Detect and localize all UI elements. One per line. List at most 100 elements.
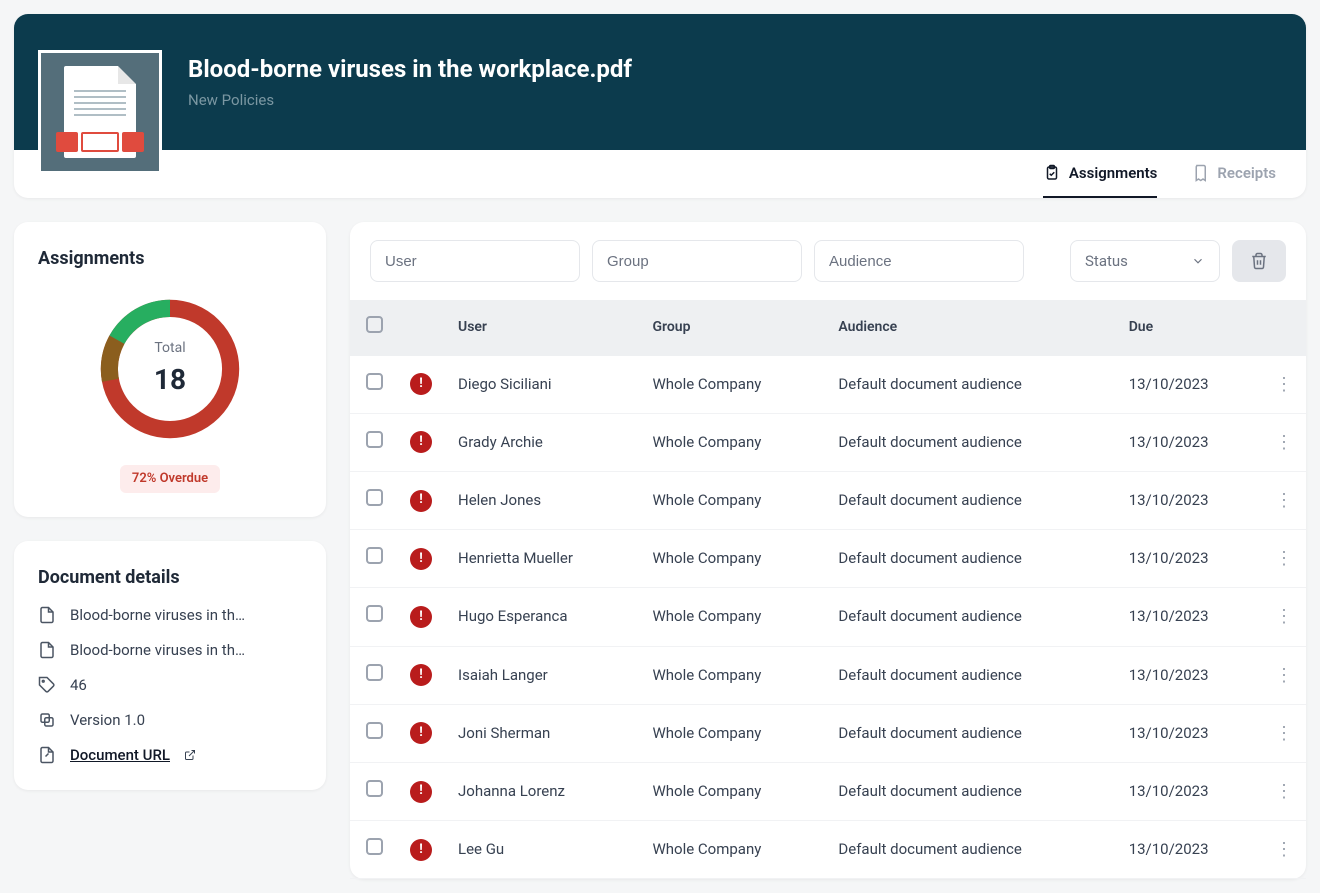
cell-audience: Default document audience (826, 704, 1116, 762)
row-actions-menu[interactable]: ⋮ (1275, 781, 1293, 802)
cell-user: Johanna Lorenz (446, 762, 640, 820)
cell-audience: Default document audience (826, 413, 1116, 471)
row-checkbox[interactable] (366, 489, 383, 506)
cell-group: Whole Company (640, 588, 826, 646)
delete-button[interactable] (1232, 240, 1286, 282)
chevron-down-icon (1191, 254, 1205, 268)
table-row: Henrietta MuellerWhole CompanyDefault do… (350, 530, 1306, 588)
row-actions-menu[interactable]: ⋮ (1275, 490, 1293, 511)
cell-group: Whole Company (640, 413, 826, 471)
details-heading: Document details (38, 565, 302, 590)
cell-group: Whole Company (640, 471, 826, 529)
filter-status-select[interactable]: Status (1070, 240, 1220, 282)
page-subtitle: New Policies (188, 90, 632, 111)
file-icon (38, 641, 56, 659)
alert-icon (410, 606, 432, 628)
row-actions-menu[interactable]: ⋮ (1275, 665, 1293, 686)
cell-due: 13/10/2023 (1117, 471, 1262, 529)
cell-audience: Default document audience (826, 356, 1116, 414)
filter-user-input[interactable] (370, 240, 580, 282)
header-banner: Blood-borne viruses in the workplace.pdf… (14, 14, 1306, 150)
alert-icon (410, 490, 432, 512)
cell-group: Whole Company (640, 530, 826, 588)
row-actions-menu[interactable]: ⋮ (1275, 432, 1293, 453)
document-thumbnail (38, 50, 162, 174)
row-actions-menu[interactable]: ⋮ (1275, 839, 1293, 860)
row-actions-menu[interactable]: ⋮ (1275, 723, 1293, 744)
column-header-group: Group (640, 300, 826, 356)
alert-icon (410, 373, 432, 395)
row-checkbox[interactable] (366, 722, 383, 739)
row-actions-menu[interactable]: ⋮ (1275, 548, 1293, 569)
cell-due: 13/10/2023 (1117, 588, 1262, 646)
cell-user: Lee Gu (446, 821, 640, 879)
cell-group: Whole Company (640, 704, 826, 762)
file-link-icon (38, 746, 56, 764)
table-row: Helen JonesWhole CompanyDefault document… (350, 471, 1306, 529)
alert-icon (410, 548, 432, 570)
assignments-donut-chart: Total 18 (90, 289, 250, 449)
column-header-due: Due (1117, 300, 1262, 356)
filter-group-input[interactable] (592, 240, 802, 282)
tab-receipts[interactable]: Receipts (1191, 150, 1276, 198)
cell-user: Helen Jones (446, 471, 640, 529)
details-url[interactable]: Document URL (38, 745, 302, 766)
trash-icon (1250, 252, 1268, 270)
clipboard-check-icon (1043, 164, 1061, 182)
file-icon (38, 606, 56, 624)
row-checkbox[interactable] (366, 605, 383, 622)
tab-assignments-label: Assignments (1069, 163, 1157, 184)
cell-due: 13/10/2023 (1117, 704, 1262, 762)
table-row: Diego SicilianiWhole CompanyDefault docu… (350, 356, 1306, 414)
cell-user: Joni Sherman (446, 704, 640, 762)
select-all-checkbox[interactable] (366, 316, 383, 333)
details-version: Version 1.0 (38, 710, 302, 731)
filter-audience-input[interactable] (814, 240, 1024, 282)
table-row: Joni ShermanWhole CompanyDefault documen… (350, 704, 1306, 762)
assignments-table-panel: Status User Group Audience Due (350, 222, 1306, 879)
document-header: Blood-borne viruses in the workplace.pdf… (14, 14, 1306, 198)
cell-due: 13/10/2023 (1117, 762, 1262, 820)
overdue-badge: 72% Overdue (120, 465, 220, 493)
tag-icon (38, 676, 56, 694)
row-checkbox[interactable] (366, 373, 383, 390)
receipt-icon (1191, 164, 1209, 182)
cell-user: Isaiah Langer (446, 646, 640, 704)
row-actions-menu[interactable]: ⋮ (1275, 374, 1293, 395)
cell-user: Diego Siciliani (446, 356, 640, 414)
alert-icon (410, 664, 432, 686)
donut-total-label: Total (154, 339, 185, 359)
external-link-icon (184, 749, 196, 761)
table-row: Hugo EsperancaWhole CompanyDefault docum… (350, 588, 1306, 646)
row-checkbox[interactable] (366, 780, 383, 797)
cell-audience: Default document audience (826, 821, 1116, 879)
row-actions-menu[interactable]: ⋮ (1275, 606, 1293, 627)
assignments-summary-panel: Assignments Total 18 72% Overdue (14, 222, 326, 517)
row-checkbox[interactable] (366, 838, 383, 855)
details-doc-2: Blood-borne viruses in th… (38, 640, 302, 661)
page-title: Blood-borne viruses in the workplace.pdf (188, 53, 632, 87)
cell-audience: Default document audience (826, 762, 1116, 820)
table-row: Isaiah LangerWhole CompanyDefault docume… (350, 646, 1306, 704)
cell-due: 13/10/2023 (1117, 413, 1262, 471)
tab-receipts-label: Receipts (1217, 163, 1276, 184)
row-checkbox[interactable] (366, 547, 383, 564)
table-row: Grady ArchieWhole CompanyDefault documen… (350, 413, 1306, 471)
column-header-audience: Audience (826, 300, 1116, 356)
copy-icon (38, 711, 56, 729)
tab-assignments[interactable]: Assignments (1043, 150, 1157, 198)
cell-group: Whole Company (640, 821, 826, 879)
assignments-heading: Assignments (38, 246, 302, 271)
cell-group: Whole Company (640, 356, 826, 414)
cell-audience: Default document audience (826, 530, 1116, 588)
cell-audience: Default document audience (826, 588, 1116, 646)
details-tag: 46 (38, 675, 302, 696)
donut-total-value: 18 (154, 360, 186, 399)
cell-due: 13/10/2023 (1117, 821, 1262, 879)
cell-due: 13/10/2023 (1117, 646, 1262, 704)
row-checkbox[interactable] (366, 664, 383, 681)
alert-icon (410, 839, 432, 861)
document-details-panel: Document details Blood-borne viruses in … (14, 541, 326, 789)
cell-group: Whole Company (640, 762, 826, 820)
row-checkbox[interactable] (366, 431, 383, 448)
